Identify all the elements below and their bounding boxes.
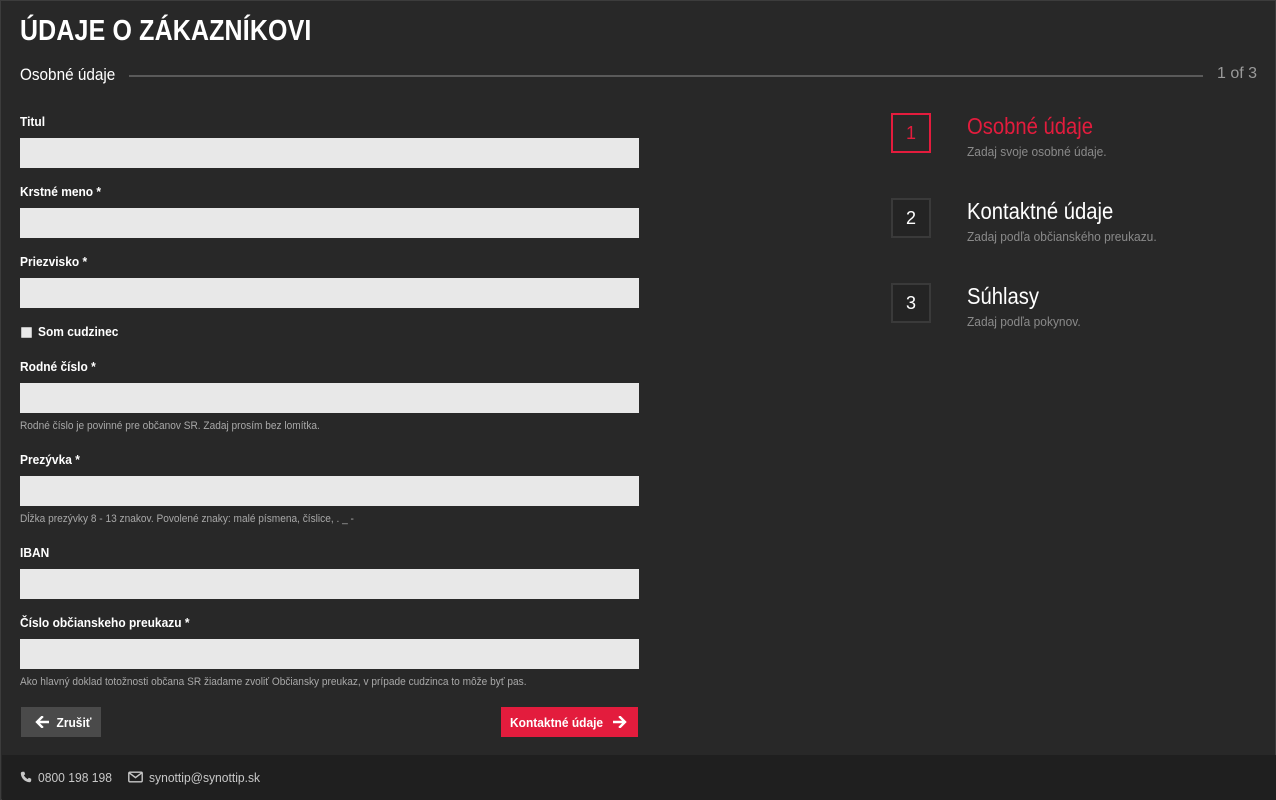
first-name-input[interactable] <box>20 208 639 238</box>
step-3-number: 3 <box>891 283 931 323</box>
next-step-button-label: Kontaktné údaje <box>509 714 604 730</box>
step-1-number: 1 <box>891 113 931 153</box>
step-counter: 1 of 3 <box>1216 65 1257 82</box>
step-1[interactable]: 1 Osobné údaje Zadaj svoje osobné údaje. <box>891 113 1261 173</box>
arrow-right-icon <box>613 716 627 728</box>
envelope-icon <box>128 771 143 783</box>
id-card-hint: Ako hlavný doklad totožnosti občana SR ž… <box>20 676 527 688</box>
foreigner-checkbox[interactable] <box>21 327 32 338</box>
last-name-input[interactable] <box>20 278 639 308</box>
step-3[interactable]: 3 Súhlasy Zadaj podľa pokynov. <box>891 283 1261 343</box>
cancel-button-label: Zrušiť <box>56 714 92 730</box>
phone-icon <box>20 771 32 783</box>
step-1-description: Zadaj svoje osobné údaje. <box>967 144 1107 159</box>
arrow-left-icon <box>35 716 49 728</box>
step-2-description: Zadaj podľa občianského preukazu. <box>967 229 1157 244</box>
birth-number-label: Rodné číslo * <box>20 359 96 374</box>
nickname-hint: Dĺžka prezývky 8 - 13 znakov. Povolené z… <box>20 513 354 525</box>
nickname-label: Prezývka * <box>20 452 80 467</box>
footer: 0800 198 198 synottip@synottip.sk <box>2 755 1276 800</box>
footer-email-text: synottip@synottip.sk <box>149 769 261 785</box>
step-2-title: Kontaktné údaje <box>967 198 1114 224</box>
step-3-title: Súhlasy <box>967 283 1040 309</box>
first-name-label: Krstné meno * <box>20 184 102 199</box>
nickname-input[interactable] <box>20 476 639 506</box>
birth-number-hint: Rodné číslo je povinné pre občanov SR. Z… <box>20 420 320 432</box>
section-divider <box>129 75 1203 77</box>
footer-email[interactable]: synottip@synottip.sk <box>128 769 268 785</box>
id-card-input[interactable] <box>20 639 639 669</box>
step-3-description: Zadaj podľa pokynov. <box>967 314 1081 329</box>
birth-number-input[interactable] <box>20 383 639 413</box>
cancel-button[interactable]: Zrušiť <box>21 707 101 737</box>
page-title: ÚDAJE O ZÁKAZNÍKOVI <box>20 15 312 47</box>
title-label: Titul <box>20 114 46 129</box>
footer-phone-text: 0800 198 198 <box>38 769 112 785</box>
last-name-label: Priezvisko * <box>20 254 88 269</box>
step-1-title: Osobné údaje <box>967 113 1094 139</box>
step-2-number: 2 <box>891 198 931 238</box>
page-frame: ÚDAJE O ZÁKAZNÍKOVI Osobné údaje 1 of 3 … <box>0 0 1276 800</box>
footer-phone[interactable]: 0800 198 198 <box>20 769 118 785</box>
next-step-button[interactable]: Kontaktné údaje <box>501 707 638 737</box>
title-input[interactable] <box>20 138 639 168</box>
step-2[interactable]: 2 Kontaktné údaje Zadaj podľa občianskéh… <box>891 198 1261 258</box>
iban-label: IBAN <box>20 545 50 560</box>
iban-input[interactable] <box>20 569 639 599</box>
id-card-label: Číslo občianskeho preukazu * <box>20 615 190 630</box>
foreigner-label[interactable]: Som cudzinec <box>38 324 118 339</box>
section-header: Osobné údaje 1 of 3 <box>20 63 1257 87</box>
section-name: Osobné údaje <box>20 65 116 84</box>
